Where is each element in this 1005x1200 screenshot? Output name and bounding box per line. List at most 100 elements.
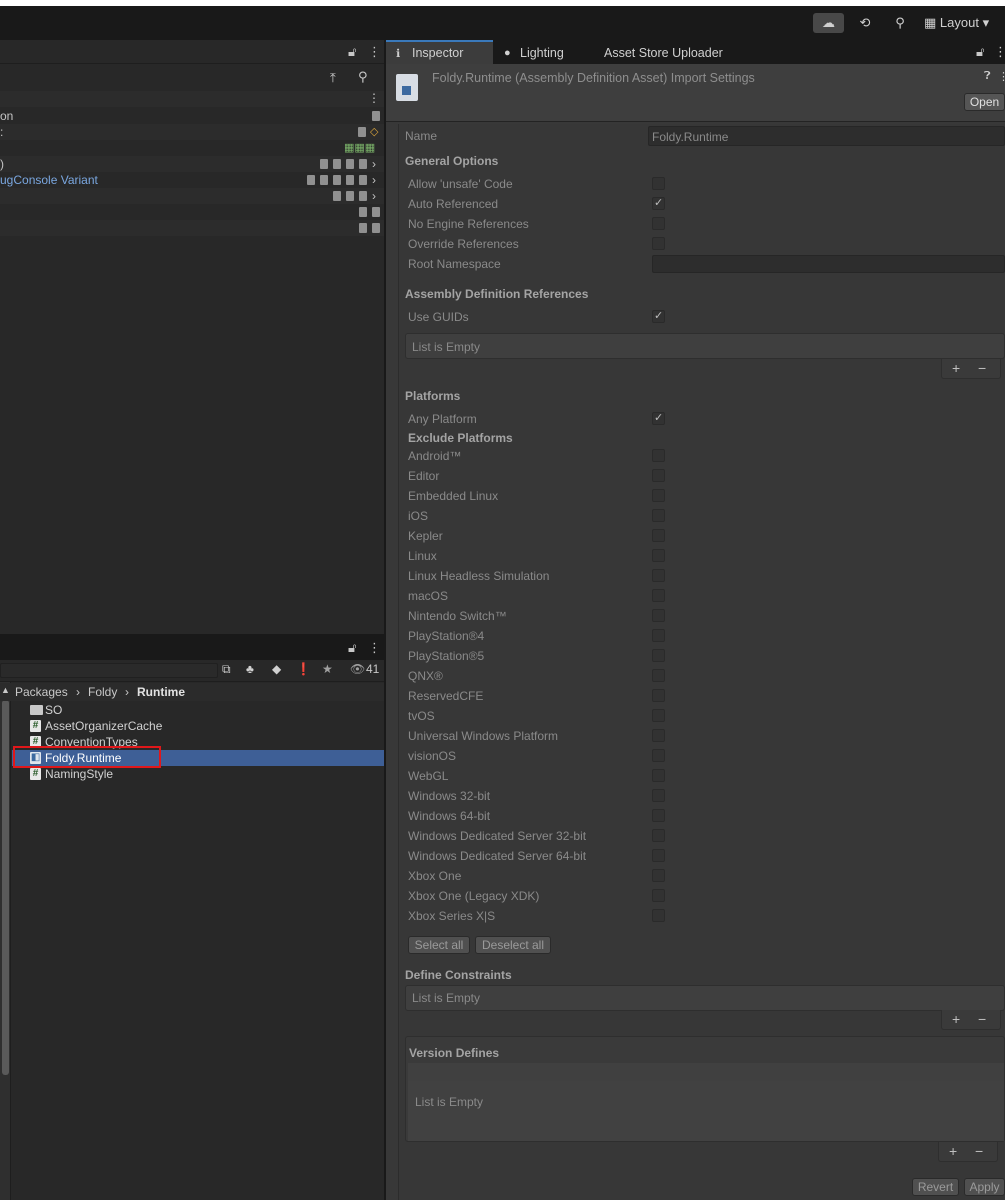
search-icon[interactable]: ⚲ — [358, 69, 368, 85]
hierarchy-toolbar: ⤒ ⚲ — [0, 66, 384, 90]
remove-button[interactable]: − — [978, 359, 986, 377]
select-all-button[interactable]: Select all — [408, 936, 470, 954]
scrollbar-thumb[interactable] — [2, 700, 9, 1075]
platform-checkbox[interactable] — [652, 789, 665, 802]
kebab-menu-icon[interactable]: ⋮ — [998, 70, 1005, 83]
kebab-menu-icon[interactable]: ⋮ — [994, 44, 1005, 60]
version-defines-panel: Version Defines List is Empty — [405, 1036, 1005, 1142]
chevron-right-icon[interactable]: › — [372, 188, 376, 204]
allow-unsafe-checkbox[interactable] — [652, 177, 665, 190]
platform-checkbox[interactable] — [652, 889, 665, 902]
list-item[interactable]: SO — [12, 702, 384, 718]
platform-checkbox[interactable] — [652, 709, 665, 722]
platform-checkbox[interactable] — [652, 569, 665, 582]
chevron-right-icon[interactable]: › — [372, 172, 376, 188]
platform-checkbox[interactable] — [652, 469, 665, 482]
component-icon — [346, 159, 354, 169]
list-item[interactable]: # AssetOrganizerCache — [12, 718, 384, 734]
label-icon[interactable]: ◆ — [272, 662, 281, 676]
hierarchy-row[interactable]: : ◇ — [0, 124, 384, 140]
help-icon[interactable]: ❓︎ — [984, 70, 991, 83]
platform-label: iOS — [408, 509, 429, 523]
chevron-right-icon[interactable]: › — [372, 156, 376, 172]
platform-checkbox[interactable] — [652, 449, 665, 462]
breadcrumb-item[interactable]: Runtime — [137, 684, 185, 700]
hierarchy-row[interactable]: on — [0, 108, 384, 124]
warning-icon[interactable]: ❗ — [296, 662, 311, 676]
platform-checkbox[interactable] — [652, 509, 665, 522]
breadcrumb-item[interactable]: Foldy — [88, 684, 117, 700]
platform-checkbox[interactable] — [652, 689, 665, 702]
project-search-input[interactable] — [0, 663, 218, 678]
breadcrumb-item[interactable]: Packages — [15, 684, 68, 700]
platform-checkbox[interactable] — [652, 829, 665, 842]
hierarchy-row[interactable]: ugConsole Variant › — [0, 172, 384, 188]
platform-checkbox[interactable] — [652, 629, 665, 642]
filter-by-type-icon[interactable]: ♣ — [246, 662, 254, 676]
eye-icon[interactable]: 👁︎ — [350, 662, 365, 676]
list-item[interactable]: # NamingStyle — [12, 766, 384, 782]
lock-icon[interactable]: 🔓︎ — [348, 640, 356, 656]
no-engine-references-checkbox[interactable] — [652, 217, 665, 230]
platform-checkbox[interactable] — [652, 729, 665, 742]
kebab-menu-icon[interactable]: ⋮ — [368, 640, 381, 656]
add-button[interactable]: + — [952, 1010, 960, 1028]
history-icon[interactable]: ⟲ — [855, 13, 875, 33]
platform-checkbox[interactable] — [652, 589, 665, 602]
star-icon[interactable]: ★ — [322, 662, 333, 676]
lock-icon[interactable]: 🔓︎ — [348, 44, 356, 60]
cloud-icon[interactable]: ☁ — [813, 13, 844, 33]
hierarchy-row[interactable]: › — [0, 188, 384, 204]
add-button[interactable]: + — [949, 1142, 957, 1160]
platform-checkbox[interactable] — [652, 869, 665, 882]
apply-button[interactable]: Apply — [964, 1178, 1005, 1196]
kebab-menu-icon[interactable]: ⋮ — [368, 91, 380, 105]
platform-checkbox[interactable] — [652, 649, 665, 662]
auto-referenced-checkbox[interactable] — [652, 196, 665, 210]
platform-checkbox[interactable] — [652, 749, 665, 762]
tab-inspector[interactable]: ℹ︎ Inspector — [386, 40, 493, 64]
override-references-checkbox[interactable] — [652, 237, 665, 250]
platform-checkbox[interactable] — [652, 909, 665, 922]
define-constraints-list[interactable]: List is Empty — [405, 985, 1005, 1011]
script-icon: # — [30, 768, 41, 780]
platform-checkbox[interactable] — [652, 529, 665, 542]
name-field[interactable]: Foldy.Runtime — [648, 126, 1005, 146]
hierarchy-row[interactable] — [0, 204, 384, 220]
remove-button[interactable]: − — [978, 1010, 986, 1028]
platform-checkbox[interactable] — [652, 849, 665, 862]
layout-icon: ▦ — [924, 15, 937, 30]
platform-checkbox[interactable] — [652, 809, 665, 822]
hierarchy-row[interactable]: ▦▦▦ — [0, 140, 384, 156]
use-guids-checkbox[interactable] — [652, 309, 665, 323]
remove-button[interactable]: − — [975, 1142, 983, 1160]
search-by-type-icon[interactable]: ⧉ — [222, 662, 231, 677]
platform-checkbox[interactable] — [652, 769, 665, 782]
layout-dropdown[interactable]: ▦ Layout ▾ — [924, 13, 1002, 33]
open-button[interactable]: Open — [964, 93, 1005, 111]
collapse-up-icon[interactable]: ⤒ — [330, 70, 336, 86]
platform-checkbox[interactable] — [652, 669, 665, 682]
hierarchy-row[interactable] — [0, 220, 384, 236]
revert-button[interactable]: Revert — [912, 1178, 959, 1196]
component-icon — [346, 191, 354, 201]
add-button[interactable]: + — [952, 359, 960, 377]
option-label: Auto Referenced — [408, 197, 499, 211]
component-icon — [359, 223, 367, 233]
tab-lighting[interactable]: ● Lighting — [504, 40, 594, 64]
hierarchy-row[interactable]: ) › — [0, 156, 384, 172]
references-list[interactable]: List is Empty — [405, 333, 1005, 359]
tab-asset-store-uploader[interactable]: Asset Store Uploader — [604, 40, 754, 64]
tab-label: Lighting — [520, 46, 564, 60]
any-platform-checkbox[interactable] — [652, 411, 665, 425]
root-namespace-field[interactable] — [652, 255, 1005, 273]
deselect-all-button[interactable]: Deselect all — [475, 936, 551, 954]
platform-checkbox[interactable] — [652, 609, 665, 622]
version-defines-list[interactable]: List is Empty — [408, 1081, 1004, 1141]
platform-checkbox[interactable] — [652, 549, 665, 562]
component-icon — [372, 207, 380, 217]
lock-icon[interactable]: 🔓︎ — [976, 44, 984, 60]
search-icon[interactable]: ⚲ — [890, 13, 910, 33]
platform-checkbox[interactable] — [652, 489, 665, 502]
kebab-menu-icon[interactable]: ⋮ — [368, 44, 381, 60]
